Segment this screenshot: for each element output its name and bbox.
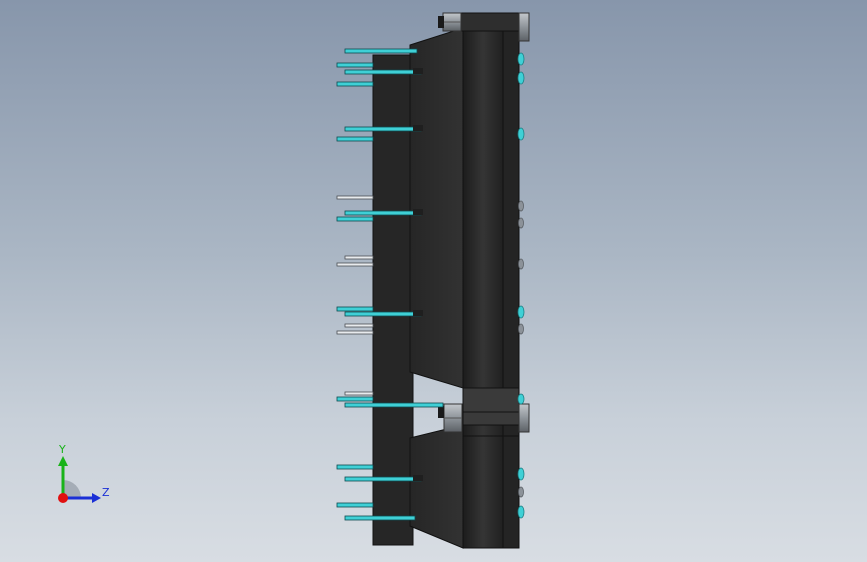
cad-viewport[interactable]: Y Z: [0, 0, 867, 562]
pin: [344, 311, 422, 317]
y-axis-label: Y: [59, 443, 66, 456]
main-plate-upper[interactable]: [462, 27, 504, 389]
top-cap[interactable]: [460, 12, 522, 32]
pin: [336, 195, 374, 200]
main-plate-lower[interactable]: [462, 424, 504, 549]
orientation-triad[interactable]: Y Z: [50, 440, 120, 510]
pin: [336, 330, 374, 335]
pin: [336, 464, 374, 470]
wedge-body-lower[interactable]: [409, 424, 464, 549]
pin: [336, 502, 374, 508]
pin: [344, 323, 374, 328]
mold-assembly-side-view[interactable]: [0, 0, 867, 562]
pin: [336, 216, 374, 222]
pin: [336, 262, 374, 267]
pin: [344, 69, 422, 75]
pin: [336, 136, 374, 142]
pin: [344, 126, 422, 132]
nut-top-left[interactable]: [442, 12, 462, 32]
pin: [336, 396, 374, 402]
x-axis-dot: [58, 493, 68, 503]
pin: [336, 81, 374, 87]
nut-mid-left[interactable]: [443, 403, 463, 433]
z-axis-arrow: [92, 493, 101, 503]
pin: [336, 306, 374, 312]
wedge-body-upper[interactable]: [409, 27, 464, 389]
pin: [344, 48, 418, 54]
joint-band[interactable]: [462, 387, 520, 426]
pin: [336, 62, 374, 68]
y-axis-arrow: [58, 456, 68, 466]
pin: [344, 515, 416, 521]
pin: [344, 391, 374, 396]
pin: [344, 255, 374, 260]
z-axis-label: Z: [102, 486, 110, 499]
nut-mid-right[interactable]: [518, 403, 530, 433]
pin: [344, 402, 444, 408]
pin: [344, 476, 422, 482]
nut-top-right[interactable]: [518, 12, 530, 42]
back-plate[interactable]: [502, 29, 520, 549]
pin: [344, 210, 422, 216]
